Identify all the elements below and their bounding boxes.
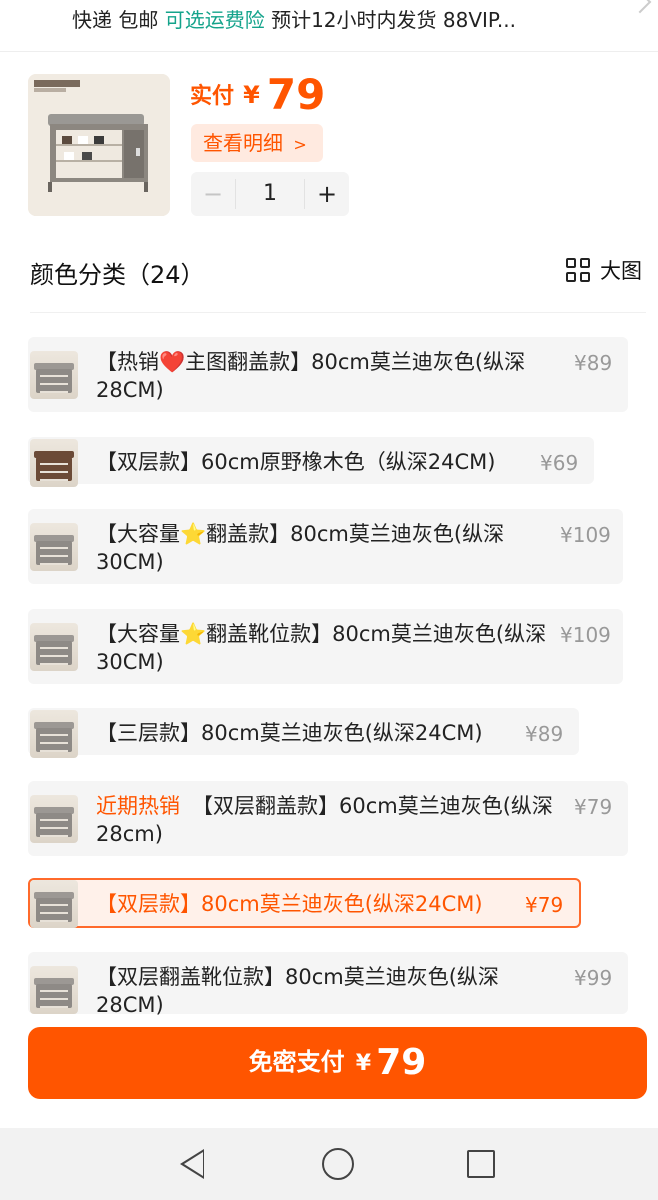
option-label: 【大容量⭐翻盖款】80cm莫兰迪灰色(纵深30CM) bbox=[96, 522, 505, 574]
option-label: 【双层翻盖靴位款】80cm莫兰迪灰色(纵深28CM) bbox=[96, 965, 499, 1017]
big-view-label: 大图 bbox=[600, 259, 642, 283]
option-price: ¥109 bbox=[560, 623, 611, 647]
option-price: ¥89 bbox=[574, 351, 613, 375]
option-label: 【三层款】80cm莫兰迪灰色(纵深24CM) bbox=[96, 721, 483, 745]
increase-quantity-button[interactable]: + bbox=[305, 180, 349, 208]
shipping-express: 快递 bbox=[72, 8, 112, 32]
pay-currency: ¥ bbox=[355, 1051, 372, 1076]
option-thumbnail bbox=[30, 351, 78, 399]
shipping-info: 快递 包邮 可选运费险 预计12小时内发货 88VIP... bbox=[72, 4, 516, 33]
option-thumbnail bbox=[30, 710, 78, 758]
price-amount: 79 bbox=[266, 70, 326, 119]
quantity-stepper: − 1 + bbox=[191, 172, 349, 216]
color-option[interactable]: 【大容量⭐翻盖靴位款】80cm莫兰迪灰色(纵深30CM) ¥109 bbox=[28, 609, 623, 684]
home-icon[interactable] bbox=[322, 1148, 354, 1180]
grid-view-icon bbox=[566, 258, 590, 282]
quantity-input[interactable]: 1 bbox=[235, 179, 305, 209]
shipping-info-bar: 快递 包邮 可选运费险 预计12小时内发货 88VIP... bbox=[0, 0, 658, 52]
option-price: ¥89 bbox=[525, 722, 564, 746]
chevron-right-icon: > bbox=[293, 135, 307, 154]
divider bbox=[30, 312, 646, 313]
option-price: ¥79 bbox=[574, 795, 613, 819]
option-thumbnail bbox=[30, 966, 78, 1014]
option-thumbnail bbox=[30, 623, 78, 671]
price-currency: ¥ bbox=[243, 81, 260, 109]
pay-button[interactable]: 免密支付 ¥ 79 bbox=[28, 1027, 647, 1099]
color-category-title: 颜色分类（24） bbox=[30, 261, 205, 289]
price-display: 实付 ¥ 79 bbox=[190, 70, 325, 119]
back-icon[interactable] bbox=[180, 1149, 204, 1179]
color-option[interactable]: 近期热销 【双层翻盖款】60cm莫兰迪灰色(纵深28cm) ¥79 bbox=[28, 781, 628, 856]
decrease-quantity-button[interactable]: − bbox=[191, 180, 235, 208]
option-label: 【大容量⭐翻盖靴位款】80cm莫兰迪灰色(纵深30CM) bbox=[96, 622, 547, 674]
system-navigation-bar bbox=[0, 1128, 658, 1200]
option-label: 【双层款】60cm原野橡木色（纵深24CM) bbox=[96, 450, 496, 474]
color-option[interactable]: 【双层款】60cm原野橡木色（纵深24CM) ¥69 bbox=[28, 437, 594, 487]
option-label: 【双层款】80cm莫兰迪灰色(纵深24CM) bbox=[96, 892, 483, 916]
hot-sale-tag: 近期热销 bbox=[96, 794, 180, 818]
color-option[interactable]: 【三层款】80cm莫兰迪灰色(纵深24CM) ¥89 bbox=[28, 708, 579, 758]
pay-label: 免密支付 bbox=[248, 1048, 345, 1076]
chevron-right-icon[interactable] bbox=[628, 0, 652, 14]
color-option[interactable]: 【双层翻盖靴位款】80cm莫兰迪灰色(纵深28CM) ¥99 bbox=[28, 952, 628, 1017]
option-price: ¥99 bbox=[574, 966, 613, 990]
shipping-vip: 88VIP... bbox=[442, 8, 516, 32]
option-price: ¥69 bbox=[540, 451, 579, 475]
price-label: 实付 bbox=[190, 84, 235, 109]
option-label: 【热销❤️主图翻盖款】80cm莫兰迪灰色(纵深28CM) bbox=[96, 350, 526, 402]
shipping-insurance-link[interactable]: 可选运费险 bbox=[165, 8, 265, 32]
color-option[interactable]: 【热销❤️主图翻盖款】80cm莫兰迪灰色(纵深28CM) ¥89 bbox=[28, 337, 628, 412]
option-thumbnail bbox=[30, 795, 78, 843]
view-details-button[interactable]: 查看明细 > bbox=[191, 124, 323, 162]
pay-amount: 79 bbox=[376, 1042, 427, 1083]
view-details-label: 查看明细 bbox=[203, 131, 283, 155]
recent-apps-icon[interactable] bbox=[467, 1150, 495, 1178]
shipping-eta: 预计12小时内发货 bbox=[271, 8, 437, 32]
option-thumbnail bbox=[30, 880, 78, 928]
color-option-selected[interactable]: 【双层款】80cm莫兰迪灰色(纵深24CM) ¥79 bbox=[28, 878, 581, 928]
option-price: ¥109 bbox=[560, 523, 611, 547]
option-price: ¥79 bbox=[525, 893, 564, 917]
option-label: 近期热销 【双层翻盖款】60cm莫兰迪灰色(纵深28cm) bbox=[96, 792, 556, 848]
big-view-toggle[interactable]: 大图 bbox=[566, 255, 642, 285]
option-thumbnail bbox=[30, 523, 78, 571]
shipping-free: 包邮 bbox=[118, 8, 159, 32]
product-image[interactable] bbox=[28, 74, 170, 216]
color-option[interactable]: 【大容量⭐翻盖款】80cm莫兰迪灰色(纵深30CM) ¥109 bbox=[28, 509, 623, 584]
option-thumbnail bbox=[30, 439, 78, 487]
